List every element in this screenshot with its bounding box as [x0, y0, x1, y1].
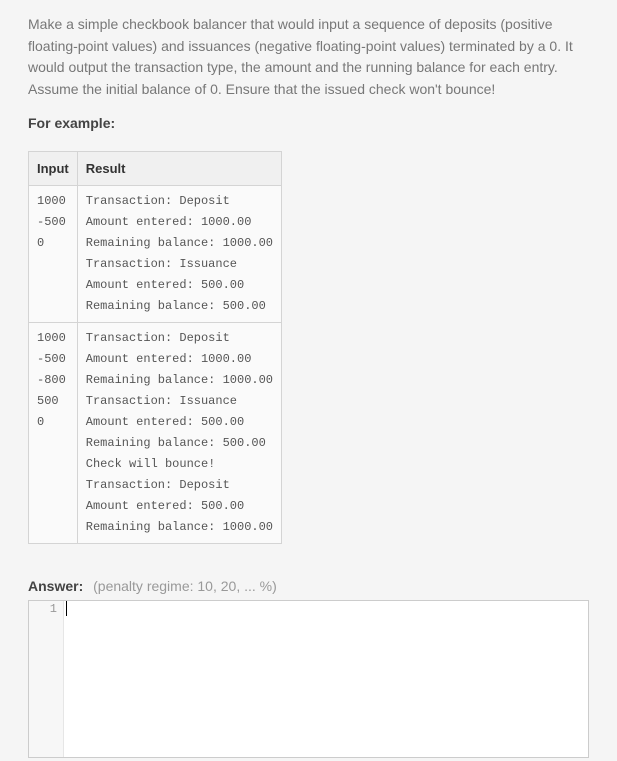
result-pre: Transaction: Deposit Amount entered: 100…: [86, 191, 273, 317]
answer-heading: Answer: (penalty regime: 10, 20, ... %): [28, 578, 589, 594]
code-area[interactable]: [64, 601, 588, 757]
line-number: 1: [35, 601, 57, 617]
example-table: Input Result 1000 -500 0 Transaction: De…: [28, 151, 282, 544]
table-row: 1000 -500 -800 500 0 Transaction: Deposi…: [29, 322, 282, 543]
penalty-regime: (penalty regime: 10, 20, ... %): [93, 578, 277, 594]
th-result: Result: [77, 151, 281, 185]
input-pre: 1000 -500 -800 500 0: [37, 328, 69, 433]
th-input: Input: [29, 151, 78, 185]
table-header-row: Input Result: [29, 151, 282, 185]
code-editor[interactable]: 1: [28, 600, 589, 758]
example-label: For example:: [28, 115, 589, 131]
text-cursor: [66, 601, 67, 616]
cell-result: Transaction: Deposit Amount entered: 100…: [77, 185, 281, 322]
question-prompt: Make a simple checkbook balancer that wo…: [28, 14, 589, 101]
cell-input: 1000 -500 0: [29, 185, 78, 322]
line-gutter: 1: [29, 601, 64, 757]
cell-input: 1000 -500 -800 500 0: [29, 322, 78, 543]
table-row: 1000 -500 0 Transaction: Deposit Amount …: [29, 185, 282, 322]
result-pre: Transaction: Deposit Amount entered: 100…: [86, 328, 273, 538]
answer-label: Answer:: [28, 578, 83, 594]
code-textarea[interactable]: [64, 601, 596, 757]
cell-result: Transaction: Deposit Amount entered: 100…: [77, 322, 281, 543]
question-page: Make a simple checkbook balancer that wo…: [0, 0, 617, 758]
input-pre: 1000 -500 0: [37, 191, 69, 254]
